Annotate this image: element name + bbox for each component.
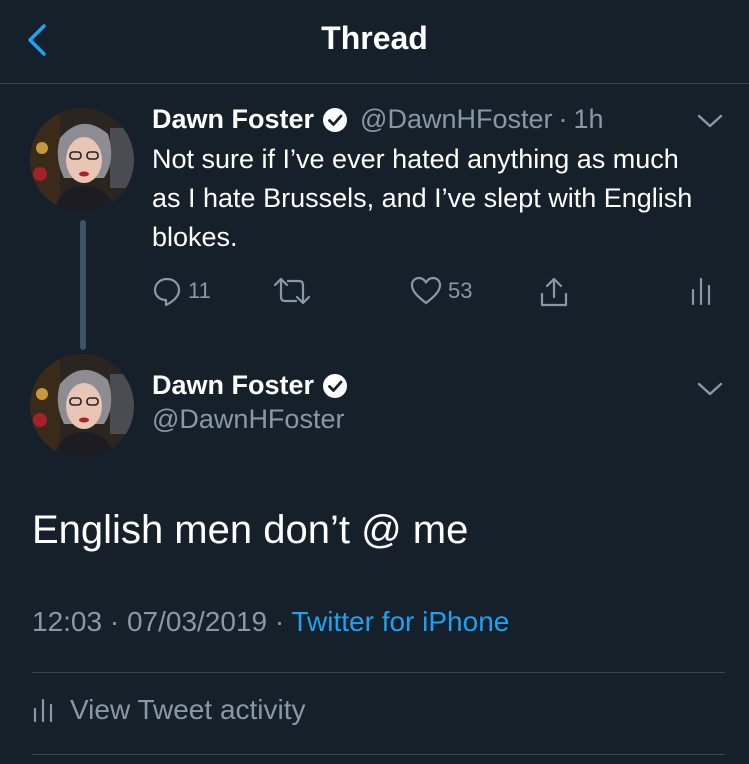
parent-tweet-header: Dawn Foster @DawnHFoster · 1h [152, 104, 604, 135]
thread-page: Thread Dawn Foster @DawnHFoster · 1h Not… [0, 0, 749, 764]
reply-icon [153, 277, 181, 306]
reply-button[interactable]: 11 [152, 276, 211, 306]
chevron-down-icon[interactable] [696, 380, 724, 398]
like-count: 53 [448, 278, 473, 303]
verified-badge-icon [323, 373, 348, 398]
thread-connector-line [80, 220, 86, 350]
tweet-action-bar: 11 53 [150, 276, 720, 316]
retweet-icon [273, 277, 311, 305]
reply-count: 11 [188, 278, 211, 303]
view-tweet-activity-label: View Tweet activity [70, 694, 306, 725]
verified-badge-icon [323, 107, 348, 132]
focused-tweet-text: English men don’t @ me [32, 508, 469, 552]
display-name[interactable]: Dawn Foster [152, 104, 314, 135]
handle[interactable]: @DawnHFoster [360, 104, 552, 135]
retweet-button[interactable] [272, 276, 318, 306]
share-button[interactable] [538, 276, 570, 308]
header-bar: Thread [0, 0, 749, 84]
handle[interactable]: @DawnHFoster [152, 404, 344, 435]
analytics-button[interactable] [690, 276, 712, 306]
display-name[interactable]: Dawn Foster [152, 370, 314, 401]
page-title: Thread [321, 20, 428, 56]
chevron-down-icon[interactable] [696, 112, 724, 130]
focused-tweet-header: Dawn Foster [152, 370, 348, 401]
avatar[interactable] [30, 108, 134, 212]
divider [32, 672, 725, 673]
heart-icon [410, 276, 442, 305]
share-icon [540, 277, 568, 307]
view-tweet-activity-button[interactable]: View Tweet activity [32, 694, 306, 726]
divider [32, 754, 725, 755]
separator-dot: · [558, 104, 568, 134]
tweet-metadata: 12:03 · 07/03/2019 · Twitter for iPhone [32, 606, 509, 638]
tweet-time[interactable]: 1h [574, 104, 604, 135]
avatar[interactable] [30, 354, 134, 458]
analytics-icon [691, 277, 711, 306]
like-button[interactable]: 53 [410, 276, 472, 306]
analytics-icon [33, 698, 53, 723]
tweet-source-link[interactable]: Twitter for iPhone [291, 606, 509, 637]
parent-tweet-text: Not sure if I’ve ever hated anything as … [152, 144, 693, 252]
tweet-timestamp: 12:03 · 07/03/2019 · [32, 606, 292, 637]
